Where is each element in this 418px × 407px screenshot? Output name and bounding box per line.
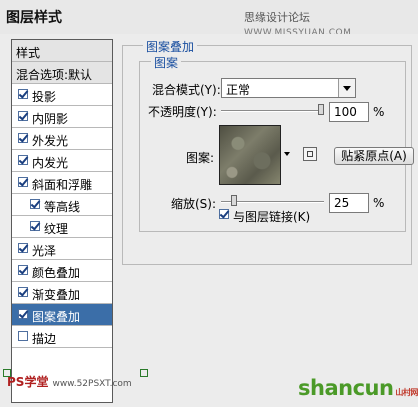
blend-options-label: 混合选项:默认 (16, 68, 93, 82)
style-item-label: 外发光 (32, 134, 69, 148)
style-item-label: 斜面和浮雕 (32, 178, 93, 192)
style-list-item[interactable]: 颜色叠加 (12, 260, 112, 282)
shancun-logo: shancun 山村网 (298, 376, 418, 400)
style-item-checkbox[interactable] (18, 287, 28, 297)
sub-group-title: 图案 (151, 54, 182, 71)
style-list-header[interactable]: 样式 (12, 40, 112, 62)
style-item-label: 投影 (32, 90, 57, 104)
scale-value: 25 (334, 196, 350, 210)
scale-label: 缩放(S): (171, 197, 217, 211)
style-list-item[interactable]: 内阴影 (12, 106, 112, 128)
opacity-value: 100 (334, 105, 357, 119)
style-item-checkbox[interactable] (18, 111, 28, 121)
opacity-label: 不透明度(Y): (148, 105, 217, 119)
style-item-checkbox[interactable] (18, 243, 28, 253)
style-list: 样式 混合选项:默认 投影内阴影外发光内发光斜面和浮雕等高线纹理光泽颜色叠加渐变… (11, 39, 113, 403)
style-item-label: 内发光 (32, 156, 69, 170)
style-item-checkbox[interactable] (18, 133, 28, 143)
title-bar: 图层样式 思缘设计论坛 WWW.MISSYUAN.COM (0, 0, 418, 38)
style-list-item[interactable]: 斜面和浮雕 (12, 172, 112, 194)
style-list-item[interactable]: 图案叠加 (12, 304, 112, 326)
opacity-slider-thumb[interactable] (318, 104, 324, 115)
chevron-down-icon[interactable] (338, 79, 355, 97)
style-item-checkbox[interactable] (18, 89, 28, 99)
style-item-label: 光泽 (32, 244, 57, 258)
style-item-checkbox[interactable] (18, 155, 28, 165)
blend-mode-select[interactable]: 正常 (221, 78, 356, 98)
style-list-item[interactable]: 纹理 (12, 216, 112, 238)
opacity-unit: % (373, 105, 385, 119)
opacity-slider[interactable] (221, 110, 324, 112)
style-item-label: 渐变叠加 (32, 288, 81, 302)
link-with-layer-label: 与图层链接(K) (233, 210, 311, 224)
style-item-label: 图案叠加 (32, 310, 81, 324)
new-preset-icon[interactable] (303, 147, 317, 161)
style-item-label: 等高线 (44, 200, 81, 214)
style-list-item[interactable]: 外发光 (12, 128, 112, 150)
style-item-label: 纹理 (44, 222, 69, 236)
style-item-checkbox[interactable] (18, 309, 28, 319)
style-item-checkbox[interactable] (30, 221, 40, 231)
style-item-checkbox[interactable] (18, 331, 28, 341)
style-list-item[interactable]: 投影 (12, 84, 112, 106)
style-item-checkbox[interactable] (18, 265, 28, 275)
style-item-checkbox[interactable] (18, 177, 28, 187)
pattern-picker-chevron-icon[interactable] (283, 125, 293, 185)
group-title: 图案叠加 (143, 38, 198, 55)
style-list-item[interactable]: 内发光 (12, 150, 112, 172)
brand-text: shancun (298, 376, 394, 400)
ps-school-watermark: PS学堂 www.52PSXT.com (7, 373, 132, 390)
link-with-layer-checkbox[interactable] (219, 209, 229, 219)
scale-input[interactable]: 25 (329, 193, 369, 213)
ps-school-url: www.52PSXT.com (52, 379, 132, 389)
scale-slider-thumb[interactable] (231, 195, 238, 206)
blend-mode-label: 混合模式(Y): (152, 83, 221, 97)
style-list-header-label: 样式 (16, 46, 41, 60)
ps-school-text: PS学堂 (7, 375, 49, 389)
scale-unit: % (373, 196, 385, 210)
style-list-item[interactable]: 等高线 (12, 194, 112, 216)
pattern-label: 图案: (186, 151, 215, 165)
window-title: 图层样式 (6, 10, 62, 26)
style-list-item[interactable]: 描边 (12, 326, 112, 348)
blend-options-item[interactable]: 混合选项:默认 (12, 62, 112, 84)
style-item-label: 描边 (32, 332, 57, 346)
opacity-input[interactable]: 100 (329, 102, 369, 122)
style-list-item[interactable]: 光泽 (12, 238, 112, 260)
style-item-label: 颜色叠加 (32, 266, 81, 280)
brand-cn-text: 山村网 (395, 388, 418, 397)
blend-mode-value: 正常 (226, 83, 251, 97)
pattern-swatch[interactable] (219, 125, 281, 185)
snap-to-origin-button[interactable]: 贴紧原点(A) (334, 147, 414, 165)
style-list-item[interactable]: 渐变叠加 (12, 282, 112, 304)
resize-corner-icon (140, 369, 148, 377)
watermark-text: 思缘设计论坛 (244, 11, 310, 24)
style-item-checkbox[interactable] (30, 199, 40, 209)
style-item-label: 内阴影 (32, 112, 69, 126)
